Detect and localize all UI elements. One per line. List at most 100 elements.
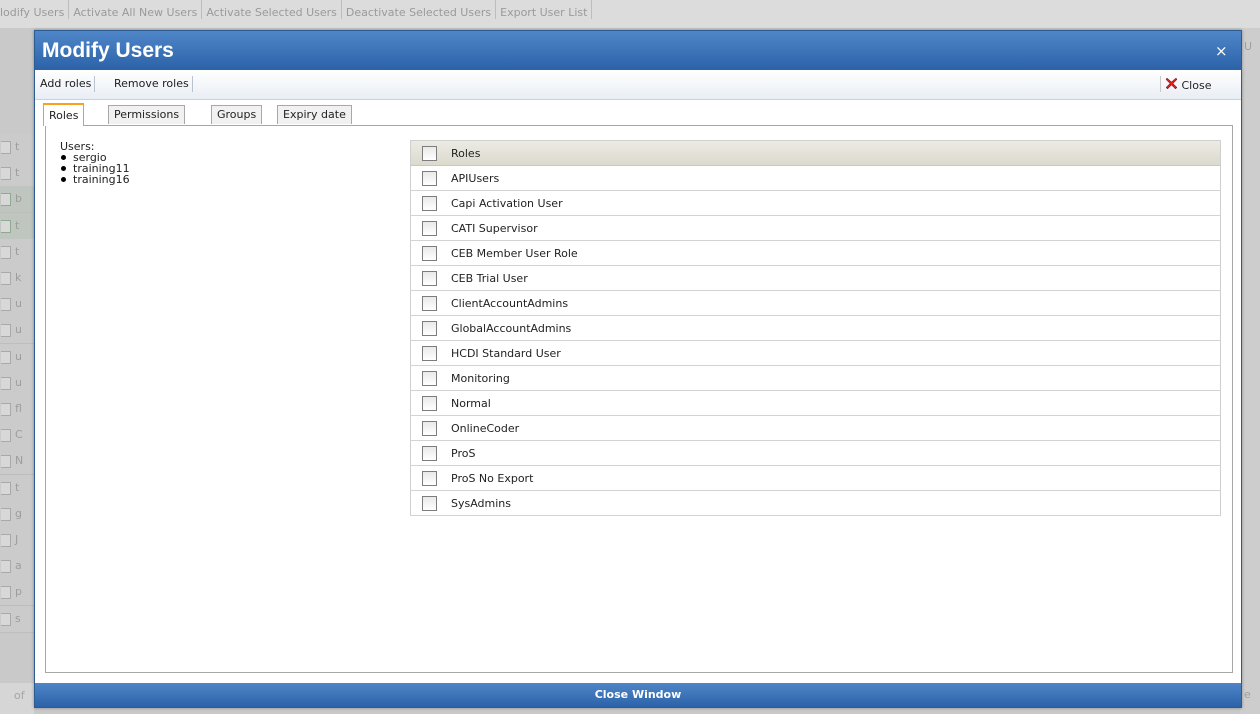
role-row[interactable]: HCDI Standard User	[410, 340, 1221, 366]
bg-user-row: J	[0, 527, 34, 554]
role-checkbox[interactable]	[422, 445, 437, 461]
bg-toolbar-item: Export User List	[496, 0, 593, 19]
bg-user-row: t	[0, 160, 34, 188]
role-row[interactable]: GlobalAccountAdmins	[410, 315, 1221, 341]
bg-user-row: u	[0, 343, 34, 371]
bg-row-text: t	[15, 480, 20, 494]
bg-row-text: s	[15, 611, 21, 625]
bg-row-checkbox	[1, 272, 11, 285]
tab-roles[interactable]: Roles	[43, 103, 85, 126]
role-cell: Monitoring	[411, 366, 1221, 391]
role-cell: CATI Supervisor	[411, 216, 1221, 241]
bg-toolbar-item: Activate Selected Users	[202, 0, 342, 19]
role-checkbox[interactable]	[422, 345, 437, 361]
bg-user-row: u	[0, 291, 34, 319]
role-cell: ClientAccountAdmins	[411, 291, 1221, 316]
bg-row-text: u	[15, 323, 22, 337]
role-checkbox[interactable]	[422, 220, 437, 236]
role-row[interactable]: Capi Activation User	[410, 190, 1221, 216]
bg-pager-text: of	[14, 689, 25, 702]
background-right-edge: U e	[1240, 28, 1260, 714]
role-checkbox[interactable]	[422, 420, 437, 436]
bg-row-text: g	[15, 506, 22, 520]
bg-row-text: t	[15, 166, 20, 180]
role-label: Normal	[451, 396, 491, 410]
add-roles-button[interactable]: Add roles	[37, 76, 96, 92]
role-cell: CEB Member User Role	[411, 241, 1221, 266]
role-checkbox[interactable]	[422, 495, 437, 511]
bg-row-checkbox	[1, 534, 11, 547]
role-row[interactable]: ProS	[410, 440, 1221, 466]
dialog-action-bar: Add roles Remove roles Close	[35, 70, 1241, 100]
bg-toolbar-item: lodify Users	[0, 0, 70, 19]
bg-row-text: t	[15, 218, 20, 232]
role-cell: Capi Activation User	[411, 191, 1221, 216]
bg-row-text: u	[15, 297, 22, 311]
bg-user-row: b	[0, 186, 34, 214]
role-label: HCDI Standard User	[451, 346, 561, 360]
role-checkbox[interactable]	[422, 270, 437, 286]
bg-user-row: t	[0, 134, 34, 161]
role-checkbox[interactable]	[422, 470, 437, 486]
close-window-button[interactable]: Close Window	[35, 683, 1241, 707]
bg-row-text: k	[15, 271, 22, 284]
tab-groups[interactable]: Groups	[211, 105, 263, 124]
bg-row-checkbox	[1, 376, 11, 390]
close-button[interactable]: Close	[1160, 76, 1211, 92]
user-name: training16	[73, 173, 130, 186]
roles-header-cell: Roles	[411, 141, 1221, 166]
role-row[interactable]: ProS No Export	[410, 465, 1221, 491]
bg-user-row: t	[0, 238, 34, 266]
bullet-icon	[61, 155, 66, 160]
role-row[interactable]: CATI Supervisor	[410, 215, 1221, 241]
role-label: GlobalAccountAdmins	[451, 321, 572, 335]
bg-user-row: fl	[0, 396, 34, 423]
role-row[interactable]: APIUsers	[410, 165, 1221, 191]
dialog-close-x-icon[interactable]: ×	[1215, 42, 1228, 60]
bg-user-row: p	[0, 579, 34, 607]
role-checkbox[interactable]	[422, 195, 437, 211]
role-checkbox[interactable]	[422, 295, 437, 311]
bg-row-text: u	[15, 375, 22, 389]
tab-permissions[interactable]: Permissions	[108, 105, 186, 124]
bg-row-checkbox	[1, 612, 11, 626]
role-checkbox[interactable]	[422, 320, 437, 336]
role-checkbox[interactable]	[422, 170, 437, 186]
role-label: APIUsers	[451, 171, 500, 185]
role-row[interactable]: Monitoring	[410, 365, 1221, 391]
bg-row-text: N	[15, 454, 24, 468]
user-list-item: training16	[60, 174, 130, 185]
role-row[interactable]: OnlineCoder	[410, 415, 1221, 441]
bg-row-checkbox	[1, 350, 11, 364]
role-row[interactable]: ClientAccountAdmins	[410, 290, 1221, 316]
tab-expiry-date[interactable]: Expiry date	[277, 105, 352, 124]
select-all-roles-checkbox[interactable]	[422, 145, 437, 161]
role-cell: SysAdmins	[411, 491, 1221, 516]
role-row[interactable]: CEB Member User Role	[410, 240, 1221, 266]
bg-right-glyph: U	[1244, 40, 1253, 53]
modify-users-dialog: Modify Users × Add roles Remove roles Cl…	[34, 30, 1242, 708]
bg-row-text: u	[15, 349, 22, 363]
roles-table: Roles APIUsers Capi Activation User CATI S…	[410, 140, 1221, 516]
bg-row-checkbox	[1, 560, 11, 574]
remove-roles-button[interactable]: Remove roles	[111, 76, 193, 92]
red-x-close-icon	[1165, 77, 1178, 90]
bg-user-row: k	[0, 265, 34, 292]
role-label: OnlineCoder	[451, 421, 520, 435]
role-label: ProS No Export	[451, 471, 534, 485]
bg-row-checkbox	[1, 403, 11, 416]
role-checkbox[interactable]	[422, 245, 437, 261]
role-checkbox[interactable]	[422, 370, 437, 386]
role-row[interactable]: Normal	[410, 390, 1221, 416]
role-cell: ProS No Export	[411, 466, 1221, 491]
role-label: CATI Supervisor	[451, 221, 538, 235]
role-row[interactable]: SysAdmins	[410, 490, 1221, 516]
role-row[interactable]: CEB Trial User	[410, 265, 1221, 291]
bg-user-row: C	[0, 422, 34, 450]
bg-row-text: fl	[15, 402, 22, 415]
bg-user-row: N	[0, 448, 34, 476]
bg-row-checkbox	[1, 298, 11, 312]
bg-toolbar-item: Deactivate Selected Users	[342, 0, 497, 19]
role-checkbox[interactable]	[422, 395, 437, 411]
bg-user-row: g	[0, 500, 34, 528]
